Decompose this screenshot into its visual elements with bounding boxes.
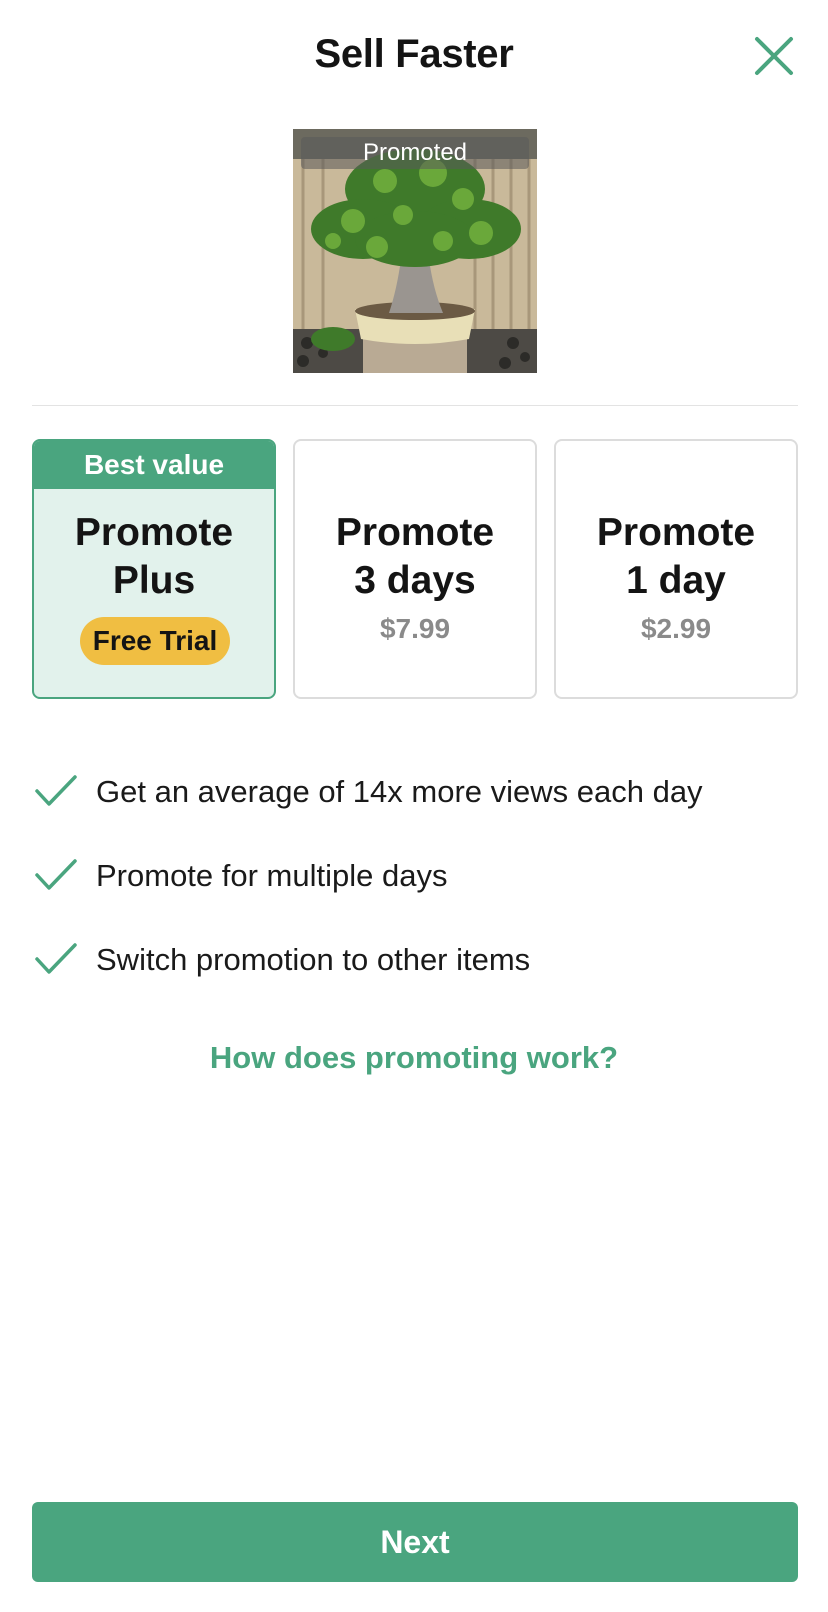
plan-promote-plus[interactable]: Best value Promote Plus Free Trial <box>32 439 276 699</box>
feature-item: Promote for multiple days <box>32 854 798 902</box>
plan-promote-3-days[interactable]: Promote 3 days $7.99 <box>293 439 537 699</box>
how-promoting-works-link[interactable]: How does promoting work? <box>0 1040 828 1076</box>
close-button[interactable] <box>752 34 796 78</box>
plan-name-line2: 3 days <box>354 559 476 602</box>
best-value-badge: Best value <box>34 441 274 489</box>
checkmark-icon <box>35 943 77 974</box>
divider <box>32 405 798 406</box>
feature-item: Switch promotion to other items <box>32 938 798 986</box>
plan-price: $7.99 <box>379 613 451 644</box>
plan-name-line2: 1 day <box>626 559 726 602</box>
promoted-tag: Promoted <box>301 137 529 169</box>
next-button[interactable]: Next <box>32 1502 798 1582</box>
plan-options: Best value Promote Plus Free Trial Promo… <box>32 439 798 699</box>
checkmark-icon <box>35 775 77 806</box>
plan-name-line2: Plus <box>112 559 196 602</box>
listing-photo: Promoted <box>293 129 537 373</box>
plan-name-line1: Promote <box>335 511 495 554</box>
checkmark-icon <box>35 859 77 890</box>
plan-name-line1: Promote <box>596 511 756 554</box>
plan-promote-1-day[interactable]: Promote 1 day $2.99 <box>554 439 798 699</box>
plan-name: Promote Plus <box>34 509 274 605</box>
feature-text: Switch promotion to other items <box>96 942 531 977</box>
plan-name: Promote 1 day <box>556 509 796 605</box>
feature-text: Promote for multiple days <box>96 858 448 893</box>
free-trial-pill: Free Trial <box>80 617 230 665</box>
page-title: Sell Faster <box>314 32 514 76</box>
close-icon <box>755 37 793 75</box>
feature-text: Get an average of 14x more views each da… <box>96 774 703 809</box>
plan-name: Promote 3 days <box>295 509 535 605</box>
plan-name-line1: Promote <box>74 511 234 554</box>
header: Sell Faster <box>0 0 828 116</box>
plan-price: $2.99 <box>640 613 712 644</box>
feature-item: Get an average of 14x more views each da… <box>32 770 798 818</box>
